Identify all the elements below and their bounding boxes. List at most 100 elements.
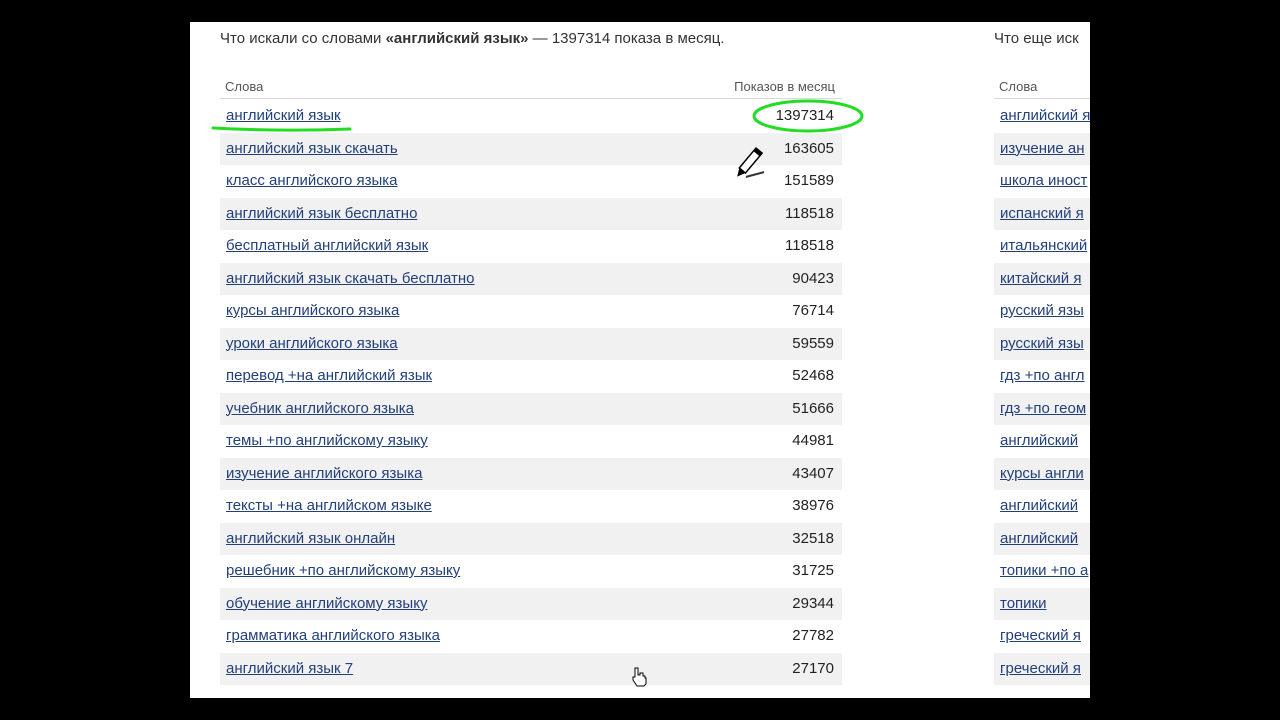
table-row: гдз +по англ	[994, 360, 1090, 393]
table-row: уроки английского языка 59559	[220, 327, 842, 360]
table-row: английский язык онлайн 32518	[220, 522, 842, 555]
table-row: английский я	[994, 100, 1090, 133]
related-heading: Что еще иск	[994, 30, 1079, 47]
related-keyword-link[interactable]: испанский я	[1000, 205, 1084, 222]
keyword-link[interactable]: английский язык онлайн	[226, 530, 395, 547]
table-row: перевод +на английский язык 52468	[220, 360, 842, 393]
keyword-link[interactable]: английский язык	[226, 107, 341, 124]
keyword-link[interactable]: английский язык скачать	[226, 140, 398, 157]
table-row: гдз +по геом	[994, 392, 1090, 425]
keyword-link[interactable]: английский язык скачать бесплатно	[226, 270, 475, 287]
impressions-count: 1397314	[775, 107, 834, 124]
table-row: темы +по английскому языку 44981	[220, 425, 842, 458]
impressions-count: 31725	[792, 562, 834, 579]
related-keyword-link[interactable]: гдз +по англ	[1000, 367, 1085, 384]
related-keyword-link[interactable]: топики +по а	[1000, 562, 1088, 579]
related-keyword-link[interactable]: английский	[1000, 497, 1078, 514]
table-row: греческий я	[994, 620, 1090, 653]
panel-heading: Что искали со словами «английский язык» …	[220, 30, 725, 47]
keyword-link[interactable]: курсы английского языка	[226, 302, 399, 319]
impressions-count: 51666	[792, 399, 834, 417]
table-row: английский язык 1397314	[220, 100, 842, 133]
keyword-link[interactable]: тексты +на английском языке	[226, 497, 432, 514]
impressions-count: 90423	[792, 269, 834, 287]
table-row: испанский я	[994, 197, 1090, 230]
table-row: китайский я	[994, 262, 1090, 295]
table-row: учебник английского языка 51666	[220, 392, 842, 425]
table-row: английский	[994, 425, 1090, 458]
keyword-link[interactable]: класс английского языка	[226, 172, 398, 189]
table-row: топики +по а	[994, 555, 1090, 588]
related-keyword-link[interactable]: английский я	[1000, 107, 1090, 124]
table-row: класс английского языка 151589	[220, 165, 842, 198]
table-row: английский язык скачать бесплатно 90423	[220, 262, 842, 295]
table-row: бесплатный английский язык 118518	[220, 230, 842, 263]
keyword-link[interactable]: решебник +по английскому языку	[226, 562, 460, 579]
related-column-header-words: Слова	[999, 79, 1038, 94]
keyword-link[interactable]: бесплатный английский язык	[226, 237, 428, 254]
keyword-link[interactable]: обучение английскому языку	[226, 595, 427, 612]
heading-query: «английский язык»	[385, 30, 529, 47]
table-row: топики	[994, 587, 1090, 620]
table-row: изучение ан	[994, 132, 1090, 165]
impressions-count: 38976	[792, 497, 834, 514]
table-row: изучение английского языка 43407	[220, 457, 842, 490]
impressions-count: 29344	[792, 594, 834, 612]
impressions-count: 76714	[792, 302, 834, 319]
keyword-link[interactable]: изучение английского языка	[226, 465, 422, 482]
heading-suffix: — 1397314 показа в месяц.	[528, 30, 725, 47]
related-keyword-link[interactable]: итальянский	[1000, 237, 1087, 254]
table-row: школа иност	[994, 165, 1090, 198]
related-keyword-link[interactable]: греческий я	[1000, 660, 1081, 677]
impressions-count: 118518	[785, 204, 834, 222]
table-row: решебник +по английскому языку 31725	[220, 555, 842, 588]
impressions-count: 27170	[792, 659, 834, 677]
table-row: курсы англи	[994, 457, 1090, 490]
related-table-header: Слова	[994, 76, 1090, 99]
table-row: курсы английского языка 76714	[220, 295, 842, 328]
impressions-count: 151589	[783, 172, 834, 189]
keyword-link[interactable]: грамматика английского языка	[226, 627, 440, 644]
related-keyword-link[interactable]: топики	[1000, 595, 1047, 612]
related-keyword-link[interactable]: английский	[1000, 530, 1078, 547]
keyword-link[interactable]: перевод +на английский язык	[226, 367, 432, 384]
related-keyword-link[interactable]: русский язы	[1000, 302, 1084, 319]
table-row: английский	[994, 490, 1090, 523]
related-keyword-link[interactable]: русский язы	[1000, 335, 1084, 352]
table-row: английский	[994, 522, 1090, 555]
keyword-link[interactable]: темы +по английскому языку	[226, 432, 428, 449]
table-row: английский язык скачать 163605	[220, 132, 842, 165]
impressions-count: 43407	[792, 464, 834, 482]
impressions-count: 32518	[792, 529, 834, 547]
keyword-link[interactable]: уроки английского языка	[226, 335, 398, 352]
table-row: тексты +на английском языке 38976	[220, 490, 842, 523]
related-keyword-link[interactable]: курсы англи	[1000, 465, 1084, 482]
table-row: русский язы	[994, 295, 1090, 328]
related-keyword-link[interactable]: изучение ан	[1000, 140, 1085, 157]
related-table: английский я изучение ан школа иност испанс…	[994, 100, 1090, 685]
column-header-shows: Показов в месяц	[734, 79, 835, 94]
related-keyword-link[interactable]: китайский я	[1000, 270, 1081, 287]
impressions-count: 118518	[785, 237, 834, 254]
table-row: обучение английскому языку 29344	[220, 587, 842, 620]
impressions-count: 44981	[792, 432, 834, 449]
keyword-link[interactable]: английский язык бесплатно	[226, 205, 417, 222]
table-header: Слова Показов в месяц	[220, 76, 842, 99]
table-row: английский язык бесплатно 118518	[220, 197, 842, 230]
impressions-count: 163605	[783, 139, 834, 157]
browser-viewport: Что искали со словами «английский язык» …	[190, 22, 1090, 698]
related-keyword-link[interactable]: школа иност	[1000, 172, 1087, 189]
keyword-link[interactable]: учебник английского языка	[226, 400, 414, 417]
table-row: итальянский	[994, 230, 1090, 263]
related-keyword-link[interactable]: гдз +по геом	[1000, 400, 1086, 417]
table-row: греческий я	[994, 652, 1090, 685]
keyword-link[interactable]: английский язык 7	[226, 660, 353, 677]
related-keyword-link[interactable]: греческий я	[1000, 627, 1081, 644]
table-row: английский язык 7 27170	[220, 652, 842, 685]
impressions-count: 59559	[792, 334, 834, 352]
related-keyword-link[interactable]: английский	[1000, 432, 1078, 449]
heading-prefix: Что искали со словами	[220, 30, 386, 47]
keywords-table: английский язык 1397314 английский язык ск…	[220, 100, 842, 685]
impressions-count: 52468	[792, 367, 834, 384]
table-row: грамматика английского языка 27782	[220, 620, 842, 653]
